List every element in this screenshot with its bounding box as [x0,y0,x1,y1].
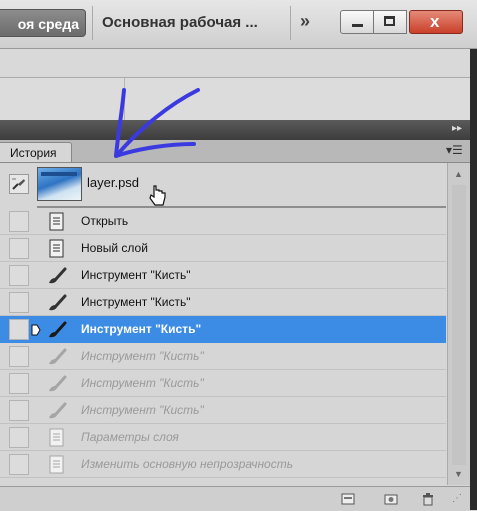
document-icon [46,428,68,448]
history-brush-icon [12,178,25,190]
history-state-row[interactable]: Открыть [0,208,446,235]
history-source-checkbox[interactable] [9,454,29,475]
brush-icon [46,401,68,421]
history-state-row[interactable]: Инструмент "Кисть" [0,289,446,316]
history-state-label: Инструмент "Кисть" [81,376,204,390]
history-source-checkbox[interactable] [9,292,29,313]
scroll-down-icon[interactable]: ▼ [454,469,463,479]
history-state-label: Изменить основную непрозрачность [81,457,294,471]
brush-icon [46,320,68,340]
brush-icon [46,266,68,286]
brush-icon [46,347,68,367]
divider [92,6,93,40]
panel-tab-row: История ▾☰ [0,140,470,163]
workspace-area [0,78,470,120]
maximize-icon [384,16,395,26]
history-state-label: Инструмент "Кисть" [81,322,202,336]
document-icon [46,212,68,232]
tab-history[interactable]: История [0,142,72,162]
history-state-row[interactable]: Изменить основную непрозрачность [0,451,446,478]
scroll-track[interactable] [452,185,466,465]
panel-menu-icon[interactable]: ▾☰ [446,143,463,157]
snapshot-row[interactable]: layer.psd [0,163,446,205]
panel-header: ▸▸ [0,120,470,140]
new-document-from-state-icon[interactable] [340,491,356,507]
history-source-checkbox[interactable] [9,319,29,340]
thumbnail-detail [41,172,77,176]
row-separator [0,477,446,478]
annotation-arrow-icon [114,88,200,158]
history-source-checkbox[interactable] [9,174,29,194]
history-state-label: Инструмент "Кисть" [81,295,191,309]
history-state-row[interactable]: Новый слой [0,235,446,262]
minimize-button[interactable] [340,10,374,34]
snapshot-name: layer.psd [87,175,140,190]
divider [290,6,291,40]
history-state-label: Инструмент "Кисть" [81,268,191,282]
history-state-label: Новый слой [81,241,148,255]
brush-icon [46,374,68,394]
document-icon [46,455,68,475]
brush-icon [46,293,68,313]
resize-handle-icon[interactable]: ⋰ [452,493,462,504]
workspace-button[interactable]: оя среда [0,9,86,37]
history-state-row[interactable]: Инструмент "Кисть" [0,397,446,424]
collapse-panel-icon[interactable]: ▸▸ [452,123,462,134]
history-source-checkbox[interactable] [9,400,29,421]
scrollbar[interactable]: ▲ ▼ [447,163,470,485]
close-icon: x [430,12,440,31]
camera-icon[interactable] [383,491,399,507]
history-state-row[interactable]: Инструмент "Кисть" [0,370,446,397]
history-state-label: Инструмент "Кисть" [81,403,204,417]
history-source-checkbox[interactable] [9,346,29,367]
application-bar: оя среда Основная рабочая ... » x [0,0,477,49]
maximize-button[interactable] [374,10,407,34]
document-icon [46,239,68,259]
workspace-title[interactable]: Основная рабочая ... [102,14,258,31]
trash-icon[interactable] [420,491,436,507]
snapshot-thumbnail[interactable] [37,167,82,201]
history-source-checkbox[interactable] [9,238,29,259]
minimize-icon [352,24,363,27]
history-source-checkbox[interactable] [9,211,29,232]
panel-bottom-bar: ⋰ [0,486,470,511]
scroll-up-icon[interactable]: ▲ [454,169,463,179]
more-workspaces-icon[interactable]: » [300,11,310,32]
window-edge [470,49,477,510]
options-bar [0,49,477,78]
history-state-label: Открыть [81,214,129,228]
history-source-checkbox[interactable] [9,373,29,394]
history-state-row[interactable]: Инструмент "Кисть" [0,316,446,343]
history-state-label: Параметры слоя [81,430,179,444]
close-button[interactable]: x [409,10,463,34]
history-state-row[interactable]: Параметры слоя [0,424,446,451]
history-state-row[interactable]: Инструмент "Кисть" [0,262,446,289]
history-source-checkbox[interactable] [9,265,29,286]
state-slider-icon[interactable] [31,324,41,336]
hand-cursor-icon [149,185,166,206]
history-source-checkbox[interactable] [9,427,29,448]
history-state-row[interactable]: Инструмент "Кисть" [0,343,446,370]
history-state-label: Инструмент "Кисть" [81,349,204,363]
